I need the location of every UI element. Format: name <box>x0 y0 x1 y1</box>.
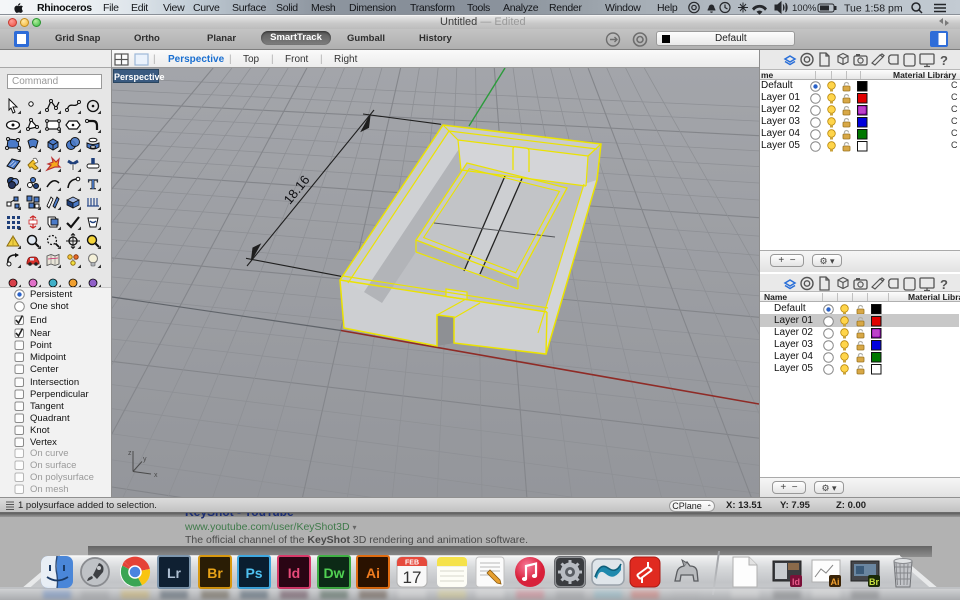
svg-text:?: ? <box>940 53 948 68</box>
svg-text:100%: 100% <box>792 3 817 14</box>
svg-text:Id: Id <box>792 577 800 587</box>
svg-text:x: x <box>154 472 158 479</box>
svg-text:Ps: Ps <box>245 565 262 581</box>
svg-text:z: z <box>128 450 132 457</box>
svg-text:T: T <box>88 177 98 192</box>
svg-text:17: 17 <box>403 568 422 587</box>
svg-text:?: ? <box>940 277 948 292</box>
svg-text:Br: Br <box>207 565 223 581</box>
svg-text:Ai: Ai <box>831 577 840 587</box>
svg-text:Br: Br <box>869 577 879 587</box>
svg-text:FEB: FEB <box>405 560 419 567</box>
svg-text:Tue 1:58 pm: Tue 1:58 pm <box>844 3 903 15</box>
svg-text:Lr: Lr <box>167 565 182 581</box>
svg-text:Ai: Ai <box>366 565 380 581</box>
svg-text:y: y <box>143 456 147 463</box>
svg-text:Id: Id <box>288 565 300 581</box>
svg-text:Dw: Dw <box>324 565 345 581</box>
